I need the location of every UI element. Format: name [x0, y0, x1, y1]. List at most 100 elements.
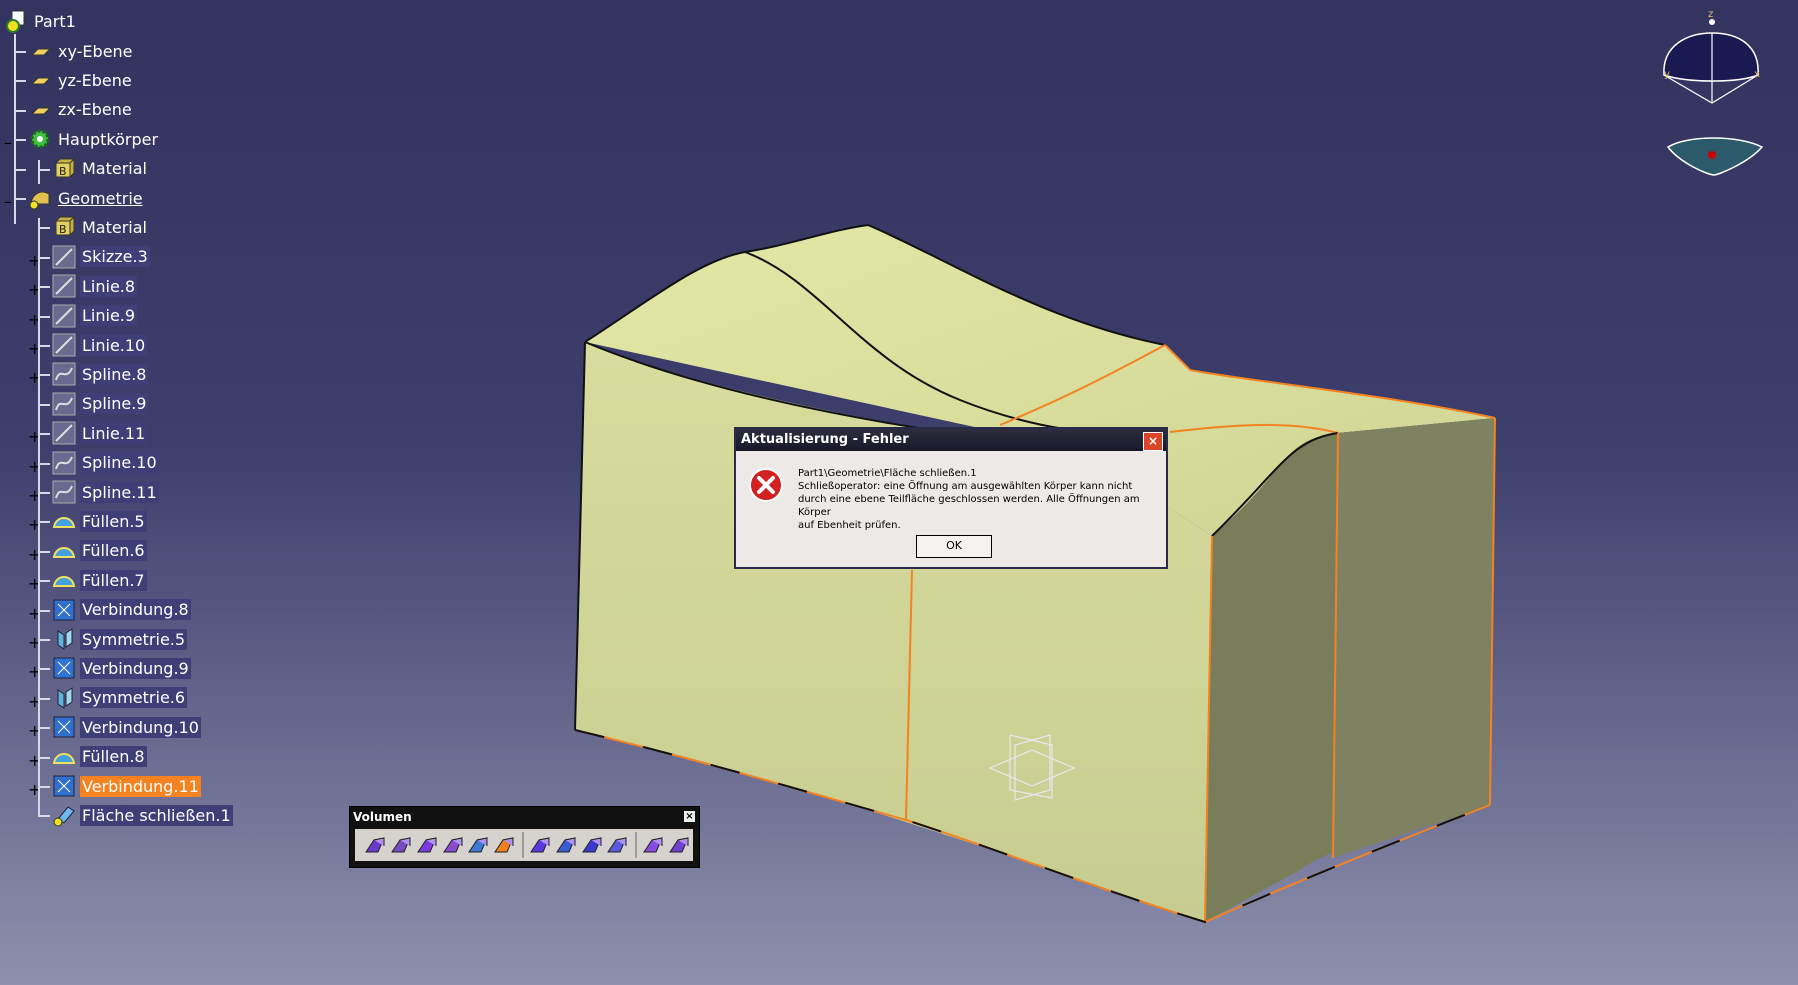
dialog-message-line: Part1\Geometrie\Fläche schließen.1	[798, 468, 977, 479]
specification-tree: Part1 xy-Ebene yz-Ebene zx-Ebene Hauptkörper…	[0, 0, 300, 985]
line-icon	[52, 304, 76, 328]
join-icon	[52, 598, 76, 622]
spline-icon	[52, 480, 76, 504]
dialog-title: Aktualisierung - Fehler	[736, 429, 1166, 451]
tree-node-label: Füllen.5	[80, 510, 147, 532]
fill-icon	[52, 509, 76, 533]
tree-node[interactable]: Füllen.8	[52, 744, 147, 770]
multi-pad-icon	[416, 837, 437, 853]
plane-icon	[28, 68, 52, 92]
spline-icon	[52, 362, 76, 386]
tree-node-label: Material	[82, 159, 147, 179]
tree-node-label: Symmetrie.5	[80, 628, 188, 650]
remove-button[interactable]	[606, 832, 630, 858]
tree-node[interactable]: Verbindung.10	[52, 714, 201, 740]
line-icon	[52, 421, 76, 445]
join-icon	[52, 774, 76, 798]
tree-node[interactable]: Spline.11	[52, 479, 159, 505]
material-icon: B	[52, 157, 76, 181]
tree-node[interactable]: B Material	[52, 156, 149, 182]
tree-node[interactable]: Füllen.6	[52, 538, 147, 564]
intersect-button[interactable]	[641, 832, 665, 858]
tree-connector	[14, 109, 26, 112]
tree-node[interactable]: yz-Ebene	[28, 67, 134, 93]
tree-node[interactable]: Spline.10	[52, 450, 159, 476]
tree-node[interactable]: xy-Ebene	[28, 38, 135, 64]
symmetry-icon	[52, 686, 76, 710]
tree-node[interactable]: Verbindung.9	[52, 655, 191, 681]
sew-button[interactable]	[554, 832, 578, 858]
tree-node-label: Füllen.6	[80, 540, 147, 562]
tree-node-label: Füllen.8	[80, 746, 147, 768]
close-surface-button[interactable]	[492, 832, 516, 858]
tree-connector	[38, 160, 40, 184]
tree-node[interactable]: Fläche schließen.1	[52, 802, 233, 828]
tree-node[interactable]: Spline.8	[52, 361, 149, 387]
drafted-fillet-pad-button[interactable]	[389, 832, 413, 858]
tree-node[interactable]: B Material	[52, 214, 149, 240]
dialog-close-button[interactable]: ×	[1143, 432, 1163, 451]
toolbar-close-button[interactable]: ×	[684, 811, 695, 822]
tree-node[interactable]: Linie.11	[52, 420, 148, 446]
sew-icon	[555, 837, 576, 853]
tree-node-label: Linie.11	[80, 422, 148, 444]
dialog-message-line: auf Ebenheit prüfen.	[798, 520, 901, 531]
ok-button[interactable]: OK	[916, 535, 992, 558]
pocket-icon	[442, 837, 463, 853]
dialog-message: Part1\Geometrie\Fläche schließen.1 Schli…	[798, 467, 1164, 532]
tree-node[interactable]: Verbindung.11	[52, 773, 201, 799]
tree-node-label: Symmetrie.6	[80, 687, 188, 709]
tree-node[interactable]: Symmetrie.5	[52, 626, 188, 652]
volumen-toolbar[interactable]: Volumen ×	[349, 806, 700, 868]
tree-node-root[interactable]: Part1	[4, 8, 78, 34]
tree-connector	[14, 168, 26, 171]
tree-node-label: Verbindung.8	[80, 599, 191, 621]
tree-node-label: Verbindung.10	[80, 716, 201, 738]
symmetry-icon	[52, 627, 76, 651]
expand-toggle-icon[interactable]: –	[4, 192, 12, 211]
tree-node[interactable]: Linie.8	[52, 273, 138, 299]
pocket-button[interactable]	[441, 832, 465, 858]
dialog-message-line: durch eine ebene Teilfläche geschlossen …	[798, 494, 1140, 518]
tree-connector	[14, 198, 26, 200]
toolbar-buttons	[355, 829, 693, 861]
plane-icon	[28, 39, 52, 63]
tree-node[interactable]: Symmetrie.6	[52, 685, 188, 711]
join-icon	[52, 715, 76, 739]
add-icon	[581, 837, 602, 853]
compass-icon[interactable]: z x y	[1658, 5, 1768, 180]
material-icon: B	[52, 215, 76, 239]
tree-connector	[14, 51, 26, 53]
spline-icon	[52, 451, 76, 475]
tree-connector	[14, 80, 26, 83]
compass-y-label: y	[1664, 69, 1670, 80]
toolbar-separator	[522, 832, 524, 858]
split-icon	[529, 837, 550, 853]
tree-node-label: Spline.9	[80, 393, 149, 415]
thick-surface-button[interactable]	[466, 832, 490, 858]
tree-node[interactable]: Linie.9	[52, 303, 138, 329]
tree-node[interactable]: Skizze.3	[52, 244, 150, 270]
multi-pad-button[interactable]	[415, 832, 439, 858]
split-button[interactable]	[528, 832, 552, 858]
tree-node[interactable]: Füllen.7	[52, 567, 147, 593]
remove-icon	[607, 837, 628, 853]
tree-connector	[14, 139, 26, 142]
tree-node[interactable]: Linie.10	[52, 332, 148, 358]
tree-node[interactable]: Hauptkörper	[28, 126, 160, 152]
tree-node-label: Verbindung.11	[80, 775, 201, 797]
expand-toggle-icon[interactable]: –	[4, 133, 12, 152]
tree-node[interactable]: Füllen.5	[52, 508, 147, 534]
toolbar-separator	[635, 832, 638, 858]
boolean-button[interactable]	[667, 832, 691, 858]
thick-surface-icon	[468, 837, 489, 853]
body-gear-icon	[28, 127, 52, 151]
pad-button[interactable]	[363, 832, 387, 858]
tree-node[interactable]: Verbindung.8	[52, 597, 191, 623]
tree-node[interactable]: Spline.9	[52, 391, 149, 417]
tree-node-label: Hauptkörper	[58, 129, 159, 149]
tree-node[interactable]: Geometrie	[28, 185, 145, 211]
tree-node[interactable]: zx-Ebene	[28, 97, 134, 123]
geometrical-set-icon	[28, 186, 52, 210]
add-button[interactable]	[580, 832, 604, 858]
